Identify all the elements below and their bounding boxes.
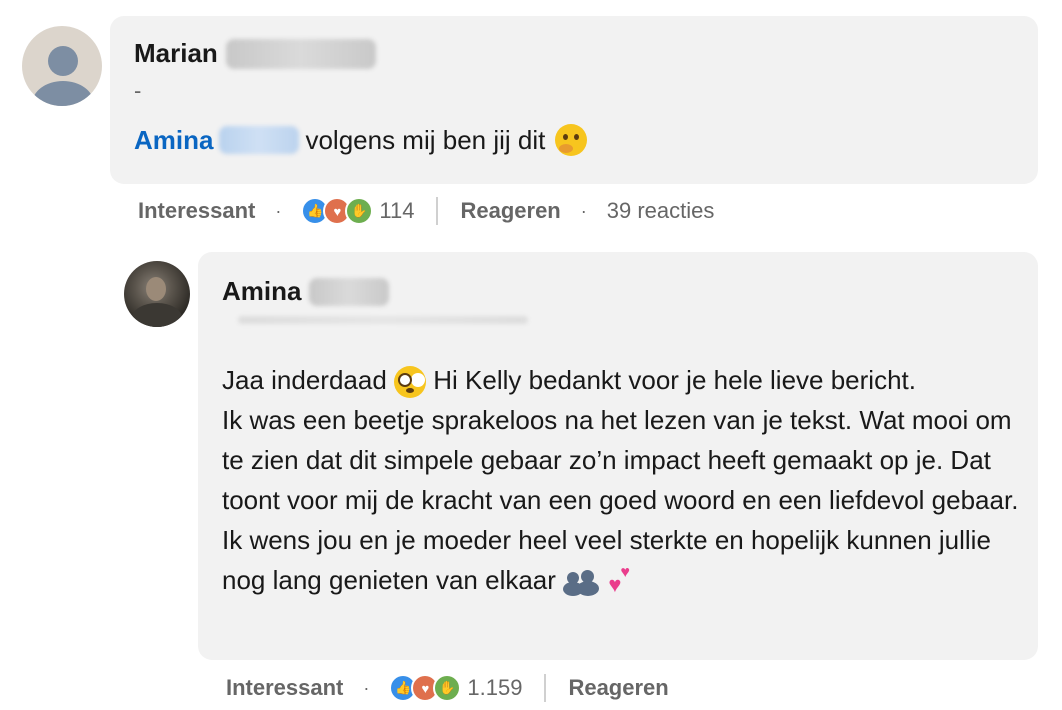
- replies-count-link[interactable]: 39 reacties: [607, 198, 715, 224]
- comment-text-marian: Amina volgens mij ben jij dit: [134, 124, 588, 156]
- reaction-button[interactable]: Interessant: [138, 198, 255, 224]
- reaction-summary[interactable]: 👍 ♥ ✋: [301, 197, 374, 225]
- reply-button[interactable]: Reageren: [460, 198, 560, 224]
- comment-text-part: Hi Kelly bedankt voor je hele lieve beri…: [433, 365, 916, 395]
- avatar-marian[interactable]: [22, 26, 102, 106]
- separator-dot: ·: [275, 200, 282, 221]
- reaction-count[interactable]: 1.159: [467, 675, 522, 701]
- comment-paragraph-last: Ik wens jou en je moeder heel veel sterk…: [222, 520, 1022, 600]
- divider: [544, 674, 547, 702]
- comment-actions-amina: Interessant · 👍 ♥ ✋ 1.159 Reageren: [226, 674, 669, 702]
- flushed-face-icon: [394, 366, 427, 399]
- busts-in-silhouette-icon: [563, 568, 600, 597]
- mention-link[interactable]: Amina: [134, 125, 213, 156]
- avatar-shoulders: [132, 303, 182, 327]
- separator-dot: ·: [580, 200, 587, 221]
- blurred-headline: [238, 316, 528, 324]
- comment-actions-marian: Interessant · 👍 ♥ ✋ 114 Reageren · 39 re…: [138, 197, 714, 225]
- comment-paragraph: Ik was een beetje sprakeloos na het leze…: [222, 405, 1019, 515]
- comment-body: volgens mij ben jij dit: [305, 124, 546, 155]
- support-icon: ✋: [345, 197, 374, 225]
- reaction-summary[interactable]: 👍 ♥ ✋: [389, 674, 462, 702]
- avatar-amina[interactable]: [124, 261, 190, 327]
- blurred-mention-last-name: [219, 126, 300, 154]
- reaction-count[interactable]: 114: [379, 198, 414, 224]
- default-avatar-head: [48, 46, 78, 76]
- author-name[interactable]: Marian: [134, 38, 218, 69]
- divider: [436, 197, 439, 225]
- two-hearts-icon: ♥ ♥: [608, 564, 630, 598]
- support-icon: ✋: [433, 674, 462, 702]
- author-name[interactable]: Amina: [222, 276, 301, 307]
- comment-line: Jaa inderdaad Hi Kelly bedankt voor je h…: [222, 360, 1022, 400]
- blurred-last-name: [225, 38, 376, 69]
- default-avatar-body: [32, 81, 94, 106]
- comment-author-amina[interactable]: Amina: [222, 276, 390, 307]
- author-headline: -: [134, 78, 142, 103]
- thinking-face-icon: [555, 124, 588, 156]
- blurred-last-name: [309, 277, 390, 306]
- avatar-face: [146, 277, 166, 301]
- comment-author-marian[interactable]: Marian: [134, 38, 376, 69]
- reply-button[interactable]: Reageren: [568, 675, 668, 701]
- separator-dot: ·: [363, 677, 370, 698]
- comment-text-amina: Jaa inderdaad Hi Kelly bedankt voor je h…: [222, 360, 1022, 600]
- comment-text-part: Jaa inderdaad: [222, 365, 387, 395]
- reaction-button[interactable]: Interessant: [226, 675, 343, 701]
